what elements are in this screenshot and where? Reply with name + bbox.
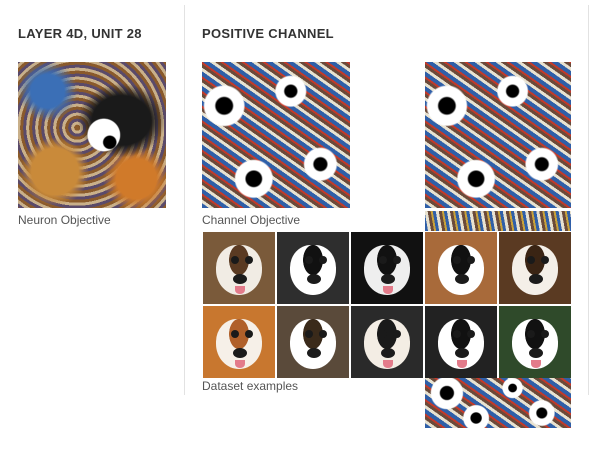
channel-objective-caption: Channel Objective xyxy=(202,213,301,227)
dataset-example-image xyxy=(351,232,423,304)
dataset-example-image xyxy=(499,306,571,378)
channel-pattern-strip-top xyxy=(425,211,571,231)
panel-divider xyxy=(184,5,185,395)
neuron-objective-caption: Neuron Objective xyxy=(18,213,111,227)
unit-heading: LAYER 4D, UNIT 28 xyxy=(18,26,142,41)
dataset-examples-caption: Dataset examples xyxy=(202,379,299,393)
dataset-example-image xyxy=(203,232,275,304)
channel-objective-image xyxy=(202,62,350,208)
neuron-objective-image xyxy=(18,62,166,208)
dataset-example-image xyxy=(499,232,571,304)
dataset-example-image xyxy=(277,306,349,378)
dataset-example-image xyxy=(203,306,275,378)
channel-objective-image-2 xyxy=(425,62,571,208)
right-border xyxy=(588,5,589,395)
dataset-example-image xyxy=(351,306,423,378)
dataset-example-image xyxy=(277,232,349,304)
channel-heading: POSITIVE CHANNEL xyxy=(202,26,334,41)
channel-pattern-strip-bottom xyxy=(425,378,571,428)
dataset-example-image xyxy=(425,232,497,304)
dataset-example-image xyxy=(425,306,497,378)
